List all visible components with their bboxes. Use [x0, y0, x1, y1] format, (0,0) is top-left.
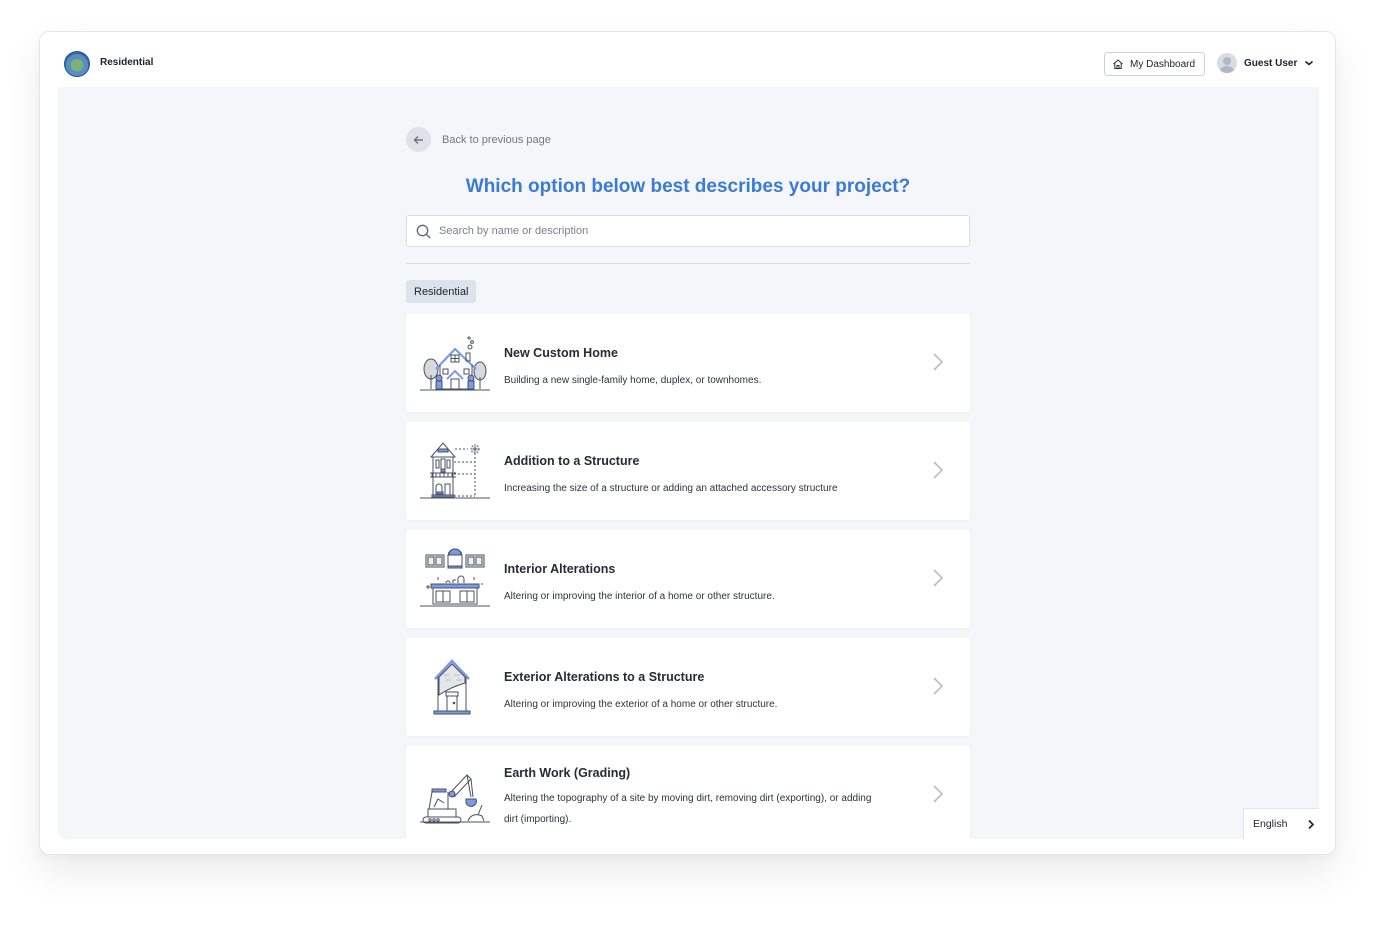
back-link-label: Back to previous page — [442, 133, 551, 146]
option-card-exterior[interactable]: Exterior Alterations to a Structure Alte… — [406, 638, 970, 736]
option-title: Addition to a Structure — [504, 454, 640, 468]
user-menu[interactable]: Guest User — [1217, 53, 1314, 73]
chevron-right-icon — [933, 677, 944, 695]
main-content: Back to previous page Which option below… — [58, 87, 1319, 839]
option-card-earth-work[interactable]: Earth Work (Grading) Altering the topogr… — [406, 746, 970, 839]
search-icon — [416, 224, 431, 238]
chevron-right-icon — [933, 353, 944, 371]
top-bar: Residential My Dashboard Guest User — [40, 32, 1335, 87]
option-card-new-custom-home[interactable]: New Custom Home Building a new single-fa… — [406, 314, 970, 412]
option-card-interior[interactable]: Interior Alterations Altering or improvi… — [406, 530, 970, 628]
chevron-right-icon — [933, 569, 944, 587]
chevron-down-icon — [1305, 60, 1314, 66]
chevron-right-icon — [1308, 819, 1315, 829]
search-input[interactable] — [439, 225, 939, 237]
arrow-left-icon — [406, 127, 431, 152]
search-box[interactable] — [406, 215, 970, 247]
county-seal-logo — [64, 51, 90, 77]
option-description: Altering the topography of a site by mov… — [504, 793, 872, 825]
option-title: New Custom Home — [504, 346, 618, 360]
chevron-right-icon — [933, 785, 944, 803]
option-description: Altering or improving the interior of a … — [504, 591, 775, 602]
my-dashboard-label: My Dashboard — [1130, 58, 1196, 70]
option-description: Building a new single-family home, duple… — [504, 375, 762, 386]
language-label: English — [1253, 818, 1288, 830]
my-dashboard-button[interactable]: My Dashboard — [1104, 52, 1205, 76]
divider — [406, 263, 970, 264]
chevron-right-icon — [933, 461, 944, 479]
exterior-illustration — [433, 659, 471, 715]
house-illustration — [420, 336, 490, 391]
excavator-illustration — [420, 774, 490, 824]
avatar — [1217, 53, 1237, 73]
option-description: Altering or improving the exterior of a … — [504, 699, 778, 710]
interior-illustration — [420, 548, 490, 607]
option-description: Increasing the size of a structure or ad… — [504, 483, 838, 494]
home-icon — [1113, 59, 1123, 69]
language-selector[interactable]: English — [1243, 808, 1319, 839]
page-title: Which option below best describes your p… — [465, 176, 911, 197]
back-link[interactable]: Back to previous page — [406, 127, 551, 152]
addition-illustration — [420, 442, 490, 499]
app-title: Residential — [100, 57, 154, 68]
category-chip: Residential — [406, 280, 477, 303]
user-name: Guest User — [1244, 57, 1298, 69]
app-window: Residential My Dashboard Guest User Back… — [39, 31, 1336, 855]
option-title: Earth Work (Grading) — [504, 766, 631, 780]
option-card-addition[interactable]: Addition to a Structure Increasing the s… — [406, 422, 970, 520]
option-title: Interior Alterations — [504, 562, 616, 576]
option-title: Exterior Alterations to a Structure — [504, 670, 705, 684]
